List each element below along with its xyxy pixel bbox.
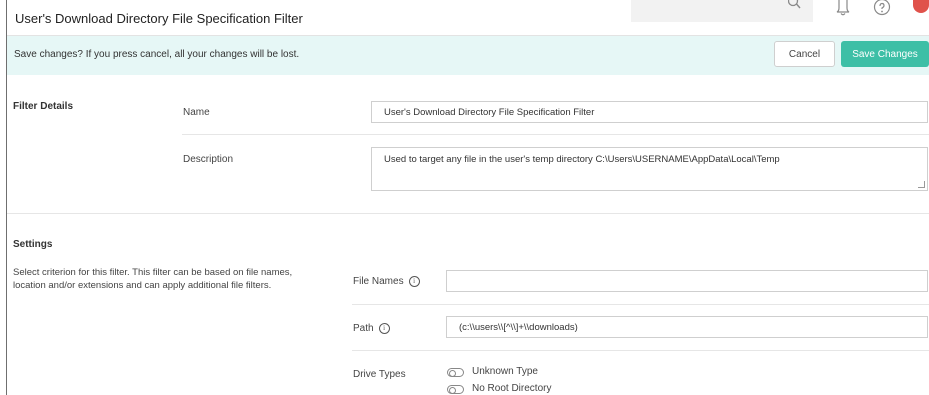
drive-type-label: Unknown Type [472, 366, 538, 377]
divider [182, 134, 929, 135]
search-input[interactable] [631, 0, 813, 22]
description-label: Description [183, 154, 234, 165]
save-message: Save changes? If you press cancel, all y… [14, 49, 300, 60]
help-icon[interactable] [873, 0, 891, 21]
path-label-text: Path [353, 323, 374, 335]
description-field[interactable]: Used to target any file in the user's te… [371, 147, 928, 191]
name-field-value: User's Download Directory File Specifica… [384, 106, 595, 118]
settings-heading: Settings [13, 239, 53, 250]
info-icon[interactable]: i [408, 276, 420, 287]
section-divider [7, 213, 929, 214]
bell-icon[interactable] [836, 0, 850, 21]
search-icon[interactable] [787, 0, 802, 15]
path-label: Path i [353, 323, 390, 334]
divider [352, 304, 929, 305]
file-names-field[interactable] [446, 270, 928, 292]
name-label: Name [183, 107, 210, 118]
info-icon[interactable]: i [378, 323, 390, 334]
save-changes-button[interactable]: Save Changes [841, 41, 929, 67]
name-field[interactable]: User's Download Directory File Specifica… [371, 101, 928, 123]
save-changes-bar: Save changes? If you press cancel, all y… [7, 36, 929, 75]
description-field-value: Used to target any file in the user's te… [384, 154, 780, 165]
drive-type-label: No Root Directory [472, 383, 552, 394]
divider [352, 350, 929, 351]
page-title: User's Download Directory File Specifica… [15, 11, 303, 26]
path-field[interactable]: (c:\\users\\[^\\]+\\downloads) [446, 316, 928, 338]
filter-details-heading: Filter Details [13, 101, 74, 112]
file-names-label-text: File Names [353, 276, 404, 288]
path-field-value: (c:\\users\\[^\\]+\\downloads) [459, 321, 578, 333]
toggle-unknown-type[interactable] [447, 368, 464, 377]
cancel-button[interactable]: Cancel [774, 41, 835, 67]
file-names-label: File Names i [353, 276, 420, 287]
settings-description: Select criterion for this filter. This f… [13, 267, 293, 291]
toggle-no-root-directory[interactable] [447, 385, 464, 394]
resize-handle-icon[interactable] [918, 181, 925, 188]
drive-types-label: Drive Types [353, 369, 406, 380]
